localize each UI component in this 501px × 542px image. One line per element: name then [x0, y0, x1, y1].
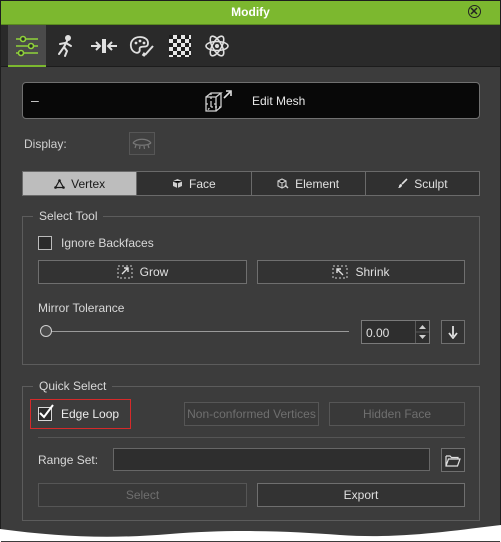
mode-vertex-button[interactable]: Vertex	[22, 171, 138, 196]
ignore-backfaces-label: Ignore Backfaces	[61, 236, 154, 250]
collapse-icon[interactable]: –	[31, 92, 39, 108]
non-conformed-vertices-button[interactable]: Non-conformed Vertices	[184, 402, 319, 426]
element-icon	[277, 178, 289, 189]
export-label: Export	[343, 488, 379, 502]
edit-mesh-header[interactable]: – Edit Mesh	[22, 82, 480, 119]
edge-loop-label: Edge Loop	[61, 407, 120, 421]
edit-mesh-icon	[203, 88, 233, 117]
atom-icon	[205, 34, 229, 57]
shrink-icon	[332, 265, 348, 279]
mode-label: Face	[189, 176, 216, 191]
torn-edge	[0, 525, 501, 541]
grow-button[interactable]: Grow	[38, 260, 247, 284]
mirror-tolerance-spinbox[interactable]: 0.00	[361, 320, 430, 344]
palette-icon	[129, 35, 154, 57]
title-bar: Modify	[1, 1, 500, 25]
window-title: Modify	[231, 5, 270, 19]
arrow-down-icon	[448, 326, 458, 339]
range-set-label: Range Set:	[38, 453, 99, 467]
eye-closed-icon	[132, 138, 152, 150]
mode-label: Sculpt	[414, 176, 448, 191]
morph-arrows-icon	[91, 38, 117, 53]
checker-texture-icon	[169, 34, 191, 57]
ignore-backfaces-checkbox[interactable]	[38, 236, 52, 250]
mirror-tolerance-slider-track[interactable]	[46, 331, 349, 332]
shrink-label: Shrink	[355, 265, 390, 279]
vertex-icon	[54, 178, 65, 189]
hidden-face-label: Hidden Face	[362, 407, 432, 421]
hidden-face-button[interactable]: Hidden Face	[329, 402, 465, 426]
spin-up-down-icon[interactable]	[416, 321, 429, 343]
modify-panel: Modify – Edit Mesh Display: Vertex Face …	[0, 0, 501, 542]
shrink-button[interactable]: Shrink	[257, 260, 465, 284]
mode-element-button[interactable]: Element	[250, 171, 366, 196]
edit-mesh-label: Edit Mesh	[252, 94, 306, 108]
face-icon	[172, 179, 183, 188]
mirror-tolerance-value[interactable]: 0.00	[366, 326, 389, 340]
tab-physics[interactable]	[198, 25, 236, 66]
selection-mode-bar: Vertex Face Element Sculpt	[22, 171, 480, 196]
browse-button[interactable]	[441, 448, 465, 472]
mode-face-button[interactable]: Face	[136, 171, 252, 196]
range-set-input[interactable]	[113, 448, 430, 471]
non-conformed-label: Non-conformed Vertices	[187, 407, 316, 421]
tab-pose[interactable]	[46, 25, 84, 66]
folder-open-icon	[445, 454, 461, 467]
tab-morph[interactable]	[85, 25, 123, 66]
close-icon[interactable]	[468, 5, 481, 18]
select-label: Select	[125, 488, 160, 502]
mode-sculpt-button[interactable]: Sculpt	[364, 171, 480, 196]
divider	[38, 437, 465, 438]
spin-arrows[interactable]	[415, 321, 429, 343]
tab-texture[interactable]	[161, 25, 199, 66]
select-button[interactable]: Select	[38, 483, 247, 507]
tab-bar	[1, 25, 500, 67]
pose-figure-icon	[58, 34, 72, 57]
sliders-icon	[16, 35, 38, 56]
mirror-tolerance-label: Mirror Tolerance	[38, 301, 125, 315]
quick-select-legend: Quick Select	[33, 379, 113, 393]
export-button[interactable]: Export	[257, 483, 465, 507]
tab-palette[interactable]	[123, 25, 161, 66]
grow-icon	[117, 265, 133, 279]
brush-icon	[398, 178, 408, 188]
mirror-tolerance-slider-handle[interactable]	[40, 325, 52, 337]
tab-sliders[interactable]	[8, 25, 46, 67]
select-tool-legend: Select Tool	[33, 209, 104, 223]
display-label: Display:	[24, 137, 67, 151]
mode-label: Vertex	[71, 176, 106, 191]
grow-label: Grow	[139, 265, 169, 279]
mode-label: Element	[295, 176, 340, 191]
edge-loop-checkbox[interactable]	[38, 404, 54, 421]
checkmark-icon	[39, 404, 54, 419]
display-wireframe-toggle[interactable]	[129, 132, 155, 155]
pick-tolerance-button[interactable]	[441, 320, 465, 344]
